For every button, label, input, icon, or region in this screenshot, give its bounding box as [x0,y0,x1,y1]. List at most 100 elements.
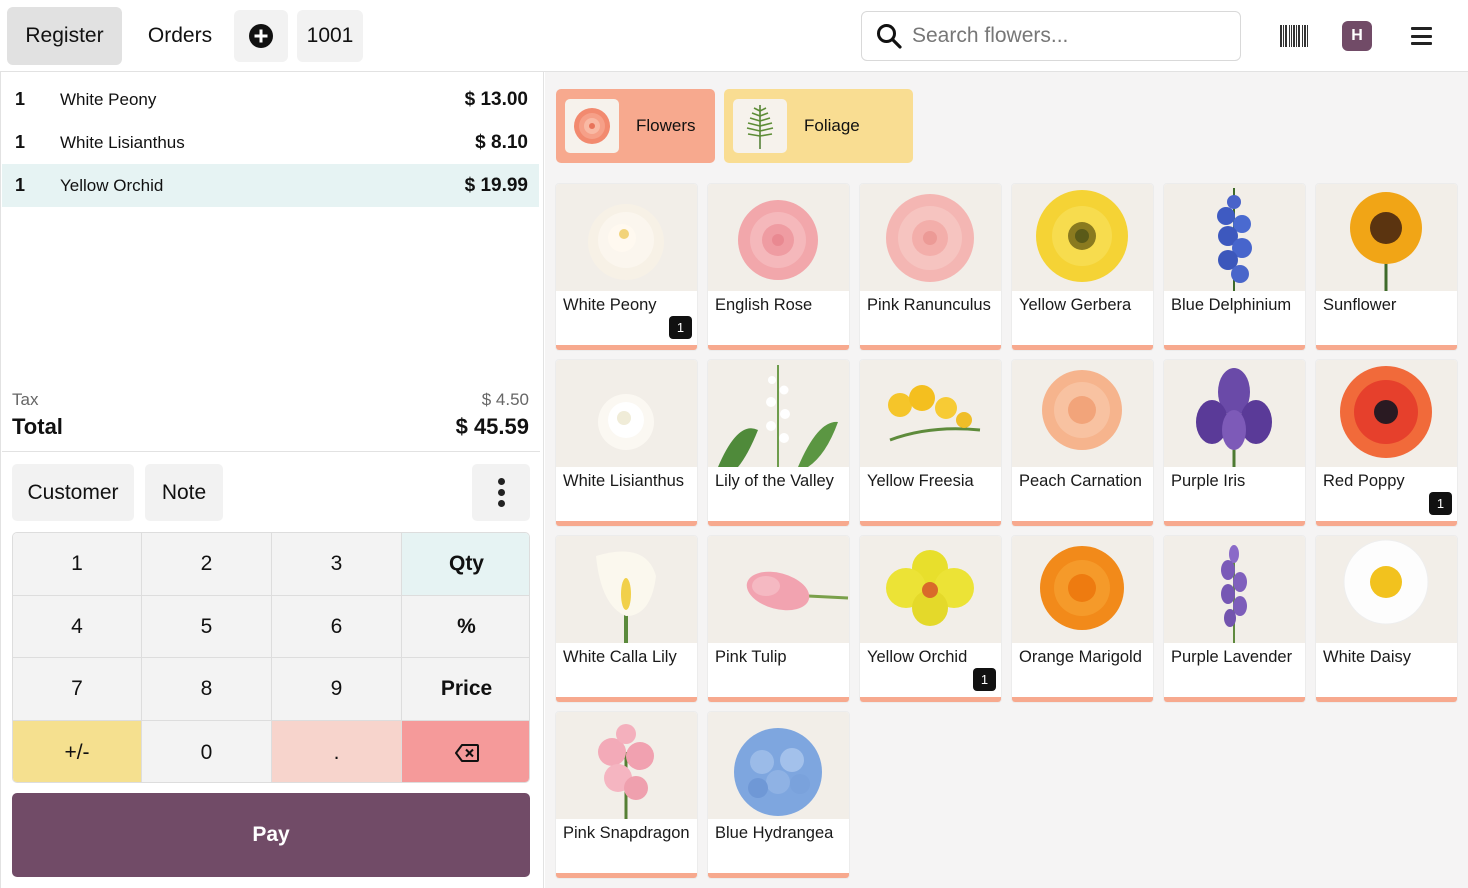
product-name: Peach Carnation [1019,472,1142,490]
product-card[interactable]: White Daisy [1316,536,1457,702]
product-card[interactable]: Orange Marigold [1012,536,1153,702]
category-color-bar [1012,521,1153,526]
register-tab[interactable]: Register [7,7,122,65]
numpad-key-8[interactable]: 8 [142,658,272,721]
menu-icon[interactable] [1411,27,1432,45]
category-color-bar [1316,697,1457,702]
product-card[interactable]: English Rose [708,184,849,350]
product-name: Purple Iris [1171,472,1246,490]
product-card[interactable]: White Lisianthus [556,360,697,526]
numpad-backspace-button[interactable] [402,721,529,782]
lisianthus-image [556,360,697,467]
order-panel: 1 White Peony $ 13.00 1 White Lisianthus… [0,72,544,888]
hydrangea-image [708,712,849,819]
search-input[interactable] [912,24,1212,48]
order-line[interactable]: 1 White Lisianthus $ 8.10 [2,121,539,164]
more-vertical-icon [497,478,505,485]
product-card[interactable]: Yellow Orchid 1 [860,536,1001,702]
order-line-selected[interactable]: 1 Yellow Orchid $ 19.99 [2,164,539,207]
delphinium-image [1164,184,1305,291]
category-color-bar [708,873,849,878]
numpad-key-1[interactable]: 1 [13,533,142,596]
numpad-mode-qty[interactable]: Qty [402,533,529,596]
numpad-key-0[interactable]: 0 [142,721,272,782]
numpad-key-plus-minus[interactable]: +/- [13,721,142,782]
product-name: Yellow Gerbera [1019,296,1132,314]
product-name: Orange Marigold [1019,648,1142,666]
poppy-image [1316,360,1457,467]
order-line-price: $ 8.10 [475,131,528,153]
product-name: Pink Ranunculus [867,296,991,314]
category-color-bar [556,345,697,350]
order-line-price: $ 13.00 [464,88,528,110]
more-options-button[interactable] [472,464,530,521]
product-card[interactable]: Pink Snapdragon [556,712,697,878]
product-card[interactable]: Blue Delphinium [1164,184,1305,350]
product-card[interactable]: Pink Tulip [708,536,849,702]
quantity-badge: 1 [1429,492,1452,515]
numpad-key-9[interactable]: 9 [272,658,402,721]
note-button[interactable]: Note [145,464,223,521]
numpad: 1 2 3 Qty 4 5 6 % 7 8 9 Price +/- 0 . [12,532,530,783]
product-panel: Flowers Foliage White Peony 1 English Rose… [545,72,1468,888]
numpad-key-2[interactable]: 2 [142,533,272,596]
quantity-badge: 1 [973,668,996,691]
product-card[interactable]: Peach Carnation [1012,360,1153,526]
numpad-key-decimal[interactable]: . [272,721,402,782]
product-name: Lily of the Valley [715,472,834,490]
category-color-bar [860,521,1001,526]
fern-image [733,99,787,153]
tax-value: $ 4.50 [481,390,529,409]
product-card[interactable]: Yellow Gerbera [1012,184,1153,350]
avatar[interactable]: H [1342,21,1372,51]
calla-lily-image [556,536,697,643]
barcode-icon[interactable] [1280,25,1308,47]
numpad-mode-discount[interactable]: % [402,596,529,658]
gerbera-image [1012,184,1153,291]
tax-row: Tax $ 4.50 [12,390,529,410]
category-color-bar [1164,345,1305,350]
category-color-bar [1316,345,1457,350]
category-color-bar [556,521,697,526]
numpad-mode-price[interactable]: Price [402,658,529,721]
product-name: Pink Tulip [715,648,787,666]
current-order-tab[interactable]: 1001 [297,10,363,62]
product-name: Sunflower [1323,296,1397,314]
product-card[interactable]: White Peony 1 [556,184,697,350]
order-line[interactable]: 1 White Peony $ 13.00 [2,78,539,121]
customer-button[interactable]: Customer [12,464,134,521]
product-card[interactable]: White Calla Lily [556,536,697,702]
top-bar: Register Orders 1001 H [0,0,1468,72]
product-card[interactable]: Purple Iris [1164,360,1305,526]
product-card[interactable]: Lily of the Valley [708,360,849,526]
numpad-key-4[interactable]: 4 [13,596,142,658]
order-line-price: $ 19.99 [464,174,528,196]
product-card[interactable]: Purple Lavender [1164,536,1305,702]
product-card[interactable]: Pink Ranunculus [860,184,1001,350]
order-line-qty: 1 [15,89,26,109]
total-row: Total $ 45.59 [12,414,529,440]
dahlia-image [565,99,619,153]
product-card[interactable]: Blue Hydrangea [708,712,849,878]
pay-button[interactable]: Pay [12,793,530,877]
category-foliage[interactable]: Foliage [724,89,913,163]
ranunculus-image [860,184,1001,291]
search-box[interactable] [861,11,1241,61]
category-color-bar [708,697,849,702]
category-flowers[interactable]: Flowers [556,89,715,163]
numpad-key-7[interactable]: 7 [13,658,142,721]
product-card[interactable]: Sunflower [1316,184,1457,350]
divider [2,451,540,452]
category-color-bar [860,697,1001,702]
numpad-key-6[interactable]: 6 [272,596,402,658]
product-card[interactable]: Yellow Freesia [860,360,1001,526]
total-label: Total [12,414,63,439]
lily-of-the-valley-image [708,360,849,467]
product-card[interactable]: Red Poppy 1 [1316,360,1457,526]
numpad-key-3[interactable]: 3 [272,533,402,596]
numpad-key-5[interactable]: 5 [142,596,272,658]
product-name: Pink Snapdragon [563,824,690,842]
new-order-button[interactable] [234,10,288,62]
category-color-bar [1012,697,1153,702]
orders-tab[interactable]: Orders [132,7,228,65]
